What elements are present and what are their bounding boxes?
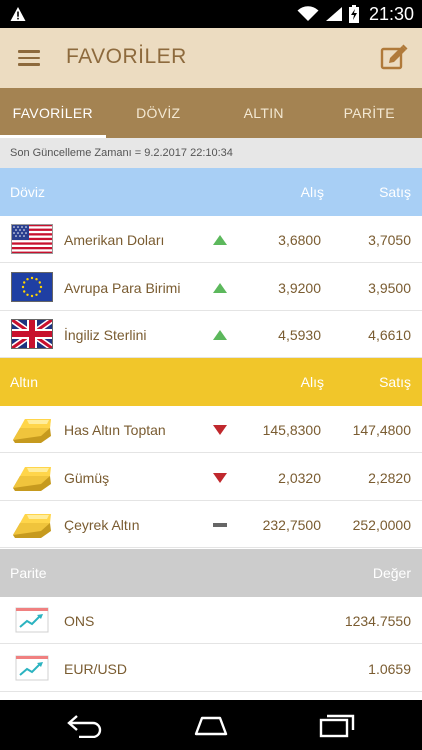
back-icon[interactable] <box>65 712 105 738</box>
recent-apps-icon[interactable] <box>318 712 358 738</box>
battery-icon <box>348 5 359 23</box>
sell-column-header: Satış <box>379 184 411 200</box>
tab-doviz[interactable]: DÖVİZ <box>106 88 212 138</box>
currency-row-eur[interactable]: Avrupa Para Birimi 3,9200 3,9500 <box>0 264 422 311</box>
gold-row-gumus[interactable]: Gümüş 2,0320 2,2820 <box>0 454 422 501</box>
buy-column-header: Alış <box>300 184 324 200</box>
buy-column-header: Alış <box>300 374 324 390</box>
buy-value: 4,5930 <box>278 327 321 343</box>
buy-value: 145,8300 <box>262 422 321 438</box>
sell-value: 4,6610 <box>368 327 411 343</box>
tab-bar: FAVORİLER DÖVİZ ALTIN PARİTE <box>0 88 422 138</box>
app-bar: FAVORİLER <box>0 28 422 88</box>
system-indicators: 21:30 <box>297 0 414 28</box>
parite-header-label: Parite <box>10 565 47 581</box>
currency-row-gbp[interactable]: İngiliz Sterlini 4,5930 4,6610 <box>0 311 422 358</box>
gold-name: Çeyrek Altın <box>64 517 140 533</box>
us-flag-icon <box>11 224 53 254</box>
gold-bar-icon <box>13 467 51 491</box>
tab-favoriler[interactable]: FAVORİLER <box>0 88 106 138</box>
gold-bar-icon <box>13 514 51 538</box>
altin-section-header: Altın Alış Satış <box>0 358 422 406</box>
currency-name: Avrupa Para Birimi <box>64 280 181 296</box>
gold-bar-icon <box>13 419 51 443</box>
gold-name: Gümüş <box>64 470 110 486</box>
trend-up-icon <box>213 330 227 340</box>
uk-flag-icon <box>11 319 53 349</box>
wifi-icon <box>297 6 319 21</box>
warning-icon <box>10 7 26 21</box>
buy-value: 232,7500 <box>262 517 321 533</box>
value-column-header: Değer <box>372 565 411 581</box>
parity-value: 1234.7550 <box>344 613 411 629</box>
parity-row-ons[interactable]: ONS 1234.7550 <box>0 597 422 644</box>
parity-value: 1.0659 <box>368 661 411 677</box>
page-title: FAVORİLER <box>66 45 187 68</box>
home-icon[interactable] <box>191 712 231 738</box>
trend-up-icon <box>213 235 227 245</box>
parity-name: ONS <box>64 613 95 629</box>
trend-down-icon <box>213 473 227 483</box>
line-chart-icon <box>15 607 49 633</box>
last-update-text: Son Güncelleme Zamanı = 9.2.2017 22:10:3… <box>0 138 422 168</box>
edit-icon[interactable] <box>380 43 408 71</box>
tab-altin[interactable]: ALTIN <box>211 88 317 138</box>
system-nav-bar <box>0 700 422 750</box>
trend-flat-icon <box>213 523 227 527</box>
menu-icon-line <box>18 56 40 59</box>
currency-name: Amerikan Doları <box>64 232 165 248</box>
menu-icon-line <box>18 50 40 53</box>
sell-value: 252,0000 <box>352 517 411 533</box>
tab-parite[interactable]: PARİTE <box>317 88 422 138</box>
eu-flag-icon <box>11 272 53 302</box>
currency-row-usd[interactable]: Amerikan Doları 3,6800 3,7050 <box>0 216 422 263</box>
doviz-section-header: Döviz Alış Satış <box>0 168 422 216</box>
doviz-header-label: Döviz <box>10 184 46 200</box>
line-chart-icon <box>15 655 49 681</box>
gold-name: Has Altın Toptan <box>64 422 166 438</box>
sell-value: 3,7050 <box>368 232 411 248</box>
gold-row-has-altin[interactable]: Has Altın Toptan 145,8300 147,4800 <box>0 406 422 453</box>
trend-down-icon <box>213 425 227 435</box>
menu-button[interactable] <box>18 47 42 69</box>
status-bar: 21:30 <box>0 0 422 28</box>
sell-value: 3,9500 <box>368 280 411 296</box>
mobile-signal-icon <box>325 7 342 21</box>
parity-name: EUR/USD <box>64 661 128 677</box>
sell-value: 2,2820 <box>368 470 411 486</box>
buy-value: 3,6800 <box>278 232 321 248</box>
parite-section-header: Parite Değer <box>0 549 422 597</box>
altin-header-label: Altın <box>10 374 39 390</box>
sell-value: 147,4800 <box>352 422 411 438</box>
buy-value: 2,0320 <box>278 470 321 486</box>
trend-up-icon <box>213 283 227 293</box>
sell-column-header: Satış <box>379 374 411 390</box>
menu-icon-line <box>18 63 40 66</box>
buy-value: 3,9200 <box>278 280 321 296</box>
gold-row-ceyrek[interactable]: Çeyrek Altın 232,7500 252,0000 <box>0 501 422 548</box>
currency-name: İngiliz Sterlini <box>64 327 147 343</box>
parity-row-eurusd[interactable]: EUR/USD 1.0659 <box>0 645 422 692</box>
clock: 21:30 <box>368 3 414 24</box>
